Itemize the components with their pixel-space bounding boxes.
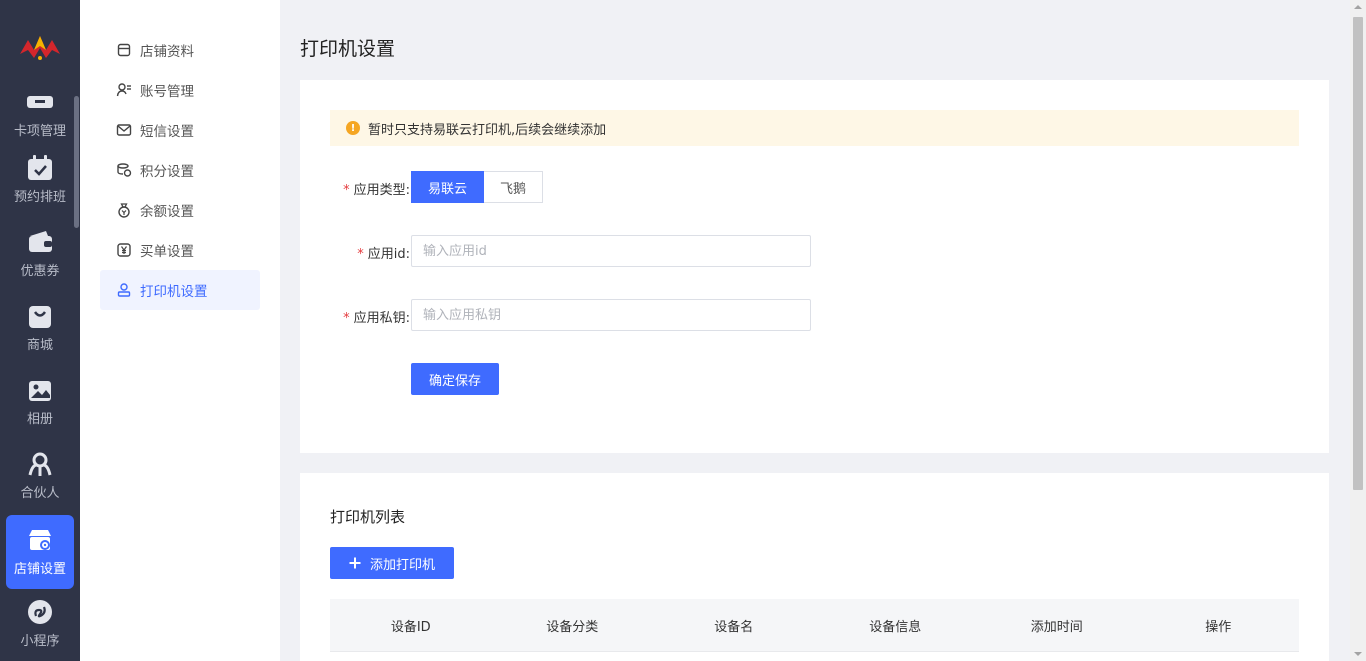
column-header-device-category: 设备分类 [546, 619, 599, 635]
column-header-device-name: 设备名 [714, 619, 754, 635]
submenu-item-label: 买单设置 [140, 244, 194, 260]
rail-item-label: 合伙人 [20, 486, 60, 501]
printer-list-title: 打印机列表 [330, 508, 406, 526]
save-button[interactable]: 确定保存 [411, 363, 499, 395]
calendar-icon [28, 155, 52, 180]
app-nav-rail: 卡项管理 预约排班 优惠券 商城 相册 合伙人 店铺设置 小程序 [0, 0, 80, 661]
partner-icon [28, 452, 52, 476]
submenu-item-sms[interactable]: 短信设置 [100, 110, 260, 150]
rail-item-coupons[interactable]: 优惠券 [6, 228, 74, 302]
submenu-item-balance[interactable]: 余额设置 [100, 190, 260, 230]
user-icon [117, 283, 131, 297]
column-header-added-time: 添加时间 [1030, 619, 1083, 635]
printer-list-card: 打印机列表 添加打印机 设备ID 设备分类 设备名 设备信息 添加时间 操作 [300, 473, 1329, 661]
submenu-item-label: 短信设置 [140, 124, 194, 140]
app-id-label: * 应用id: [357, 247, 410, 262]
shopping-bag-icon [29, 306, 51, 328]
add-printer-button[interactable]: 添加打印机 [330, 547, 454, 579]
column-header-device-info: 设备信息 [869, 619, 922, 635]
rail-item-label: 商城 [26, 338, 53, 353]
mini-program-icon [28, 600, 52, 624]
rail-item-label: 优惠券 [20, 264, 60, 279]
submenu-item-checkout[interactable]: 买单设置 [100, 230, 260, 270]
rail-item-partner[interactable]: 合伙人 [6, 450, 74, 524]
scroll-up-arrow-icon[interactable] [1354, 5, 1362, 9]
printer-config-card: ! 暂时只支持易联云打印机,后续会继续添加 * 应用类型: 易联云 飞鹅 * 应用i… [300, 80, 1329, 453]
page-title: 打印机设置 [300, 38, 396, 60]
rail-item-label: 店铺设置 [13, 562, 66, 577]
wallet-icon [29, 231, 52, 252]
app-id-input[interactable] [411, 235, 811, 267]
rail-scrollbar[interactable] [74, 96, 79, 228]
submenu-item-label: 账号管理 [140, 84, 194, 100]
scroll-down-arrow-icon[interactable] [1354, 652, 1362, 656]
app-type-selector: 易联云 飞鹅 [411, 171, 544, 203]
brand-logo [20, 36, 60, 60]
app-type-label: * 应用类型: [343, 183, 410, 198]
rail-item-label: 卡项管理 [13, 124, 66, 139]
store-icon [117, 43, 131, 57]
submenu-item-label: 余额设置 [140, 204, 194, 220]
app-type-option-feie[interactable]: 飞鹅 [484, 171, 544, 203]
rail-item-mall[interactable]: 商城 [6, 302, 74, 376]
rail-item-label: 预约排班 [13, 190, 66, 205]
plus-icon [349, 557, 361, 569]
notice-text: 暂时只支持易联云打印机,后续会继续添加 [368, 122, 607, 138]
column-header-device-id: 设备ID [390, 619, 431, 635]
page-scrollbar[interactable] [1350, 0, 1366, 661]
submenu-item-label: 积分设置 [140, 164, 194, 180]
store-settings-icon [29, 530, 51, 550]
rail-item-label: 相册 [26, 412, 53, 427]
submenu-item-points[interactable]: 积分设置 [100, 150, 260, 190]
rail-item-mini-program[interactable]: 小程序 [6, 598, 74, 661]
main-content: 打印机设置 ! 暂时只支持易联云打印机,后续会继续添加 * 应用类型: 易联云 飞… [280, 0, 1350, 661]
points-icon [117, 163, 132, 177]
scrollbar-thumb[interactable] [1353, 17, 1363, 490]
image-icon [29, 381, 51, 401]
rail-item-album[interactable]: 相册 [6, 376, 74, 450]
warning-icon: ! [346, 121, 360, 135]
submenu-item-store-info[interactable]: 店铺资料 [100, 30, 260, 70]
notice-banner: ! 暂时只支持易联云打印机,后续会继续添加 [330, 110, 1299, 146]
yen-icon [117, 243, 131, 257]
add-printer-label: 添加打印机 [369, 557, 435, 573]
submenu-item-label: 打印机设置 [140, 284, 208, 300]
rail-item-label: 小程序 [20, 634, 60, 649]
app-type-option-yilianyun[interactable]: 易联云 [411, 171, 485, 203]
submenu-item-label: 店铺资料 [140, 44, 194, 60]
rail-item-card-management[interactable]: 卡项管理 [6, 84, 74, 158]
rail-item-booking[interactable]: 预约排班 [6, 154, 74, 228]
mail-icon [116, 124, 132, 136]
app-secret-input[interactable] [411, 299, 811, 331]
printer-table-header: 设备ID 设备分类 设备名 设备信息 添加时间 操作 [330, 599, 1299, 652]
submenu-item-account[interactable]: 账号管理 [100, 70, 260, 110]
column-header-actions: 操作 [1205, 619, 1232, 635]
rail-item-store-settings[interactable]: 店铺设置 [6, 515, 74, 589]
card-icon [27, 96, 53, 108]
money-bag-icon [118, 203, 130, 218]
settings-submenu: 店铺资料 账号管理 短信设置 积分设置 余额设置 买单设置 打印机设置 [80, 0, 280, 661]
app-secret-label: * 应用私钥: [343, 311, 410, 326]
submenu-item-printer[interactable]: 打印机设置 [100, 270, 260, 310]
user-list-icon [116, 83, 131, 97]
